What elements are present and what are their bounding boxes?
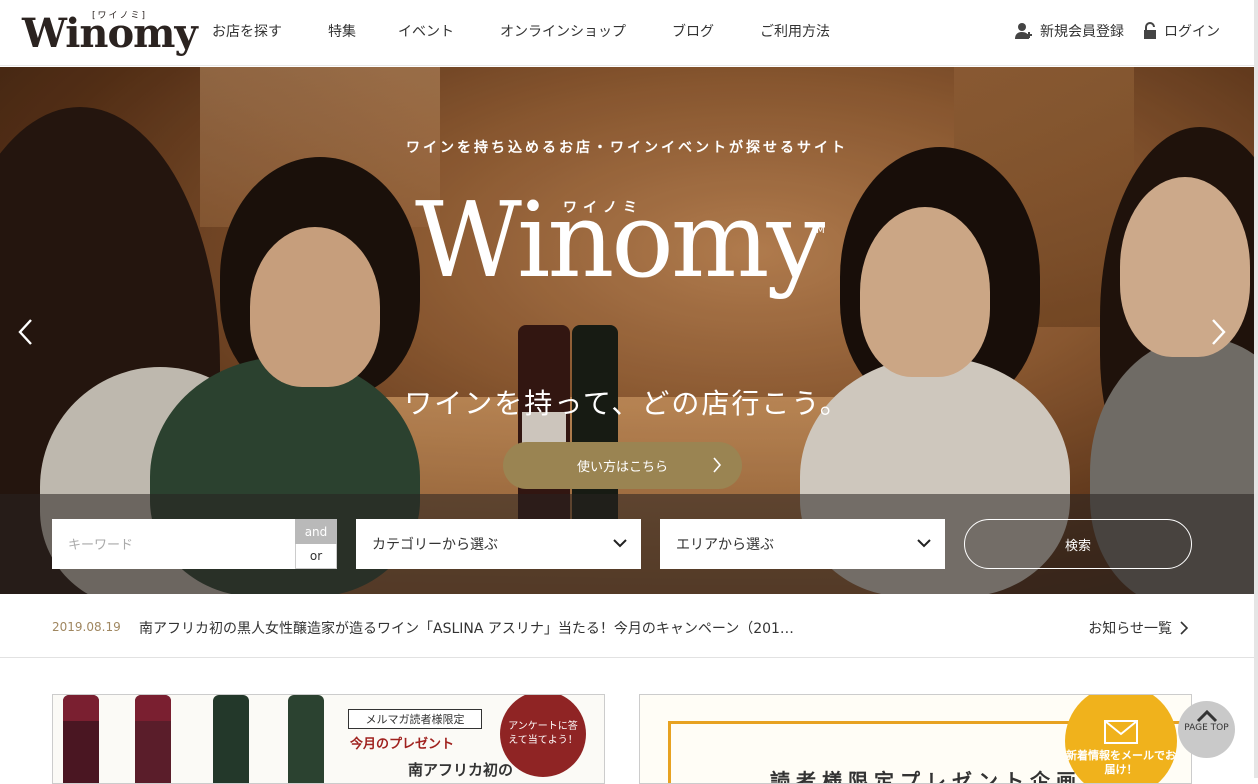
register-link[interactable]: 新規会員登録: [1014, 21, 1124, 41]
page-top-button[interactable]: PAGE TOP: [1178, 701, 1235, 758]
site-header: Winomy [ワイノミ] お店を探す 特集 イベント オンラインショップ ブロ…: [0, 0, 1254, 66]
survey-badge: アンケートに答えて当てよう！: [500, 695, 586, 777]
nav-blog[interactable]: ブログ: [672, 21, 714, 41]
news-list-label: お知らせ一覧: [1088, 621, 1172, 637]
nav-online-shop[interactable]: オンラインショップ: [500, 21, 626, 41]
area-select-label: エリアから選ぶ: [676, 537, 774, 553]
category-select[interactable]: カテゴリーから選ぶ: [356, 519, 641, 569]
category-select-label: カテゴリーから選ぶ: [372, 537, 498, 553]
chevron-right-icon: [1180, 621, 1188, 635]
hero-logo-kana: ワイノミ: [563, 200, 643, 216]
hero-tagline: ワインを持ち込めるお店・ワインイベントが探せるサイト: [406, 140, 848, 156]
how-to-use-label: 使い方はこちら: [576, 460, 668, 475]
site-logo[interactable]: Winomy [ワイノミ]: [22, 8, 198, 60]
lock-icon: [1144, 22, 1156, 39]
hero-slider: ワインを持ち込めるお店・ワインイベントが探せるサイト Winomy ワイノミ T…: [0, 67, 1254, 594]
banner-tag: メルマガ読者様限定: [348, 709, 482, 729]
nav-find-shops[interactable]: お店を探す: [212, 21, 282, 41]
chevron-right-icon: [713, 457, 722, 473]
keyword-input[interactable]: [52, 519, 296, 569]
how-to-use-button[interactable]: 使い方はこちら: [503, 442, 742, 489]
and-option[interactable]: and: [295, 519, 337, 544]
or-option[interactable]: or: [295, 544, 337, 569]
slider-prev-arrow-icon[interactable]: [16, 317, 36, 347]
and-or-toggle: and or: [295, 519, 337, 569]
nav-how-to-use[interactable]: ご利用方法: [760, 21, 830, 41]
search-button[interactable]: 検索: [964, 519, 1192, 569]
news-title-link[interactable]: 南アフリカ初の黒人女性醸造家が造るワイン「ASLINA アスリナ」当たる！今月の…: [139, 618, 794, 638]
nav-features[interactable]: 特集: [328, 21, 356, 41]
wine-bottle-image: [135, 695, 171, 783]
chevron-down-icon: [917, 539, 931, 548]
trademark-mark: TM: [810, 225, 825, 236]
present-campaign-banner[interactable]: メルマガ読者様限定 今月のプレゼント 南アフリカ初の アンケートに答えて当てよう…: [52, 694, 605, 784]
area-select[interactable]: エリアから選ぶ: [660, 519, 945, 569]
logo-kana: [ワイノミ]: [92, 11, 148, 21]
page-scrollbar[interactable]: [1254, 0, 1258, 778]
newsletter-badge-text: 新着情報をメールでお届け！: [1066, 749, 1176, 777]
nav-events[interactable]: イベント: [398, 21, 454, 41]
wine-bottle-image: [213, 695, 249, 783]
hero-catchphrase: ワインを持って、どの店行こう。: [404, 387, 850, 420]
login-label: ログイン: [1164, 24, 1220, 40]
add-user-icon: [1015, 23, 1032, 39]
wine-bottle-image: [63, 695, 99, 783]
hero-logo-wordmark: Winomy: [415, 179, 825, 301]
slider-next-arrow-icon[interactable]: [1208, 317, 1228, 347]
envelope-icon: [1104, 720, 1138, 744]
hero-logo: Winomy ワイノミ TM: [415, 175, 835, 315]
news-list-link[interactable]: お知らせ一覧: [1088, 618, 1188, 638]
banner-subtitle: 今月のプレゼント: [350, 737, 455, 752]
chevron-down-icon: [613, 539, 627, 548]
news-date: 2019.08.19: [52, 620, 121, 634]
news-bar: 2019.08.19 南アフリカ初の黒人女性醸造家が造るワイン「ASLINA ア…: [0, 594, 1254, 658]
wine-bottle-image: [288, 695, 324, 783]
chevron-up-icon: [1196, 709, 1217, 723]
user-links: 新規会員登録 ログイン: [996, 0, 1220, 62]
register-label: 新規会員登録: [1040, 24, 1124, 40]
newsletter-badge: 新着情報をメールでお届け！: [1065, 695, 1177, 783]
login-link[interactable]: ログイン: [1142, 21, 1220, 41]
newsletter-banner[interactable]: 読者様限定プレゼント企画も 新着情報をメールでお届け！: [639, 694, 1192, 784]
search-bar: and or カテゴリーから選ぶ エリアから選ぶ 検索: [0, 494, 1254, 594]
main-nav: お店を探す 特集 イベント オンラインショップ ブログ ご利用方法: [212, 0, 876, 62]
banner-title: 南アフリカ初の: [408, 761, 514, 779]
banner-partial-text: 読者様限定プレゼント企画も: [770, 769, 1108, 784]
page-top-label: PAGE TOP: [1184, 723, 1229, 733]
